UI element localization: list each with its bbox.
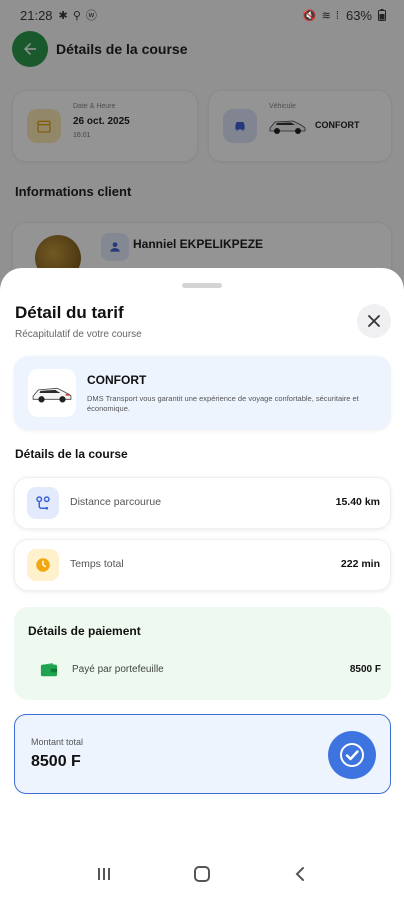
payment-amount: 8500 F	[349, 664, 381, 675]
recents-icon	[98, 868, 110, 880]
vehicle-type-name: CONFORT	[87, 373, 147, 387]
sheet-subtitle: Récapitulatif de votre course	[15, 329, 142, 340]
fare-detail-sheet: Détail du tarif Récapitulatif de votre c…	[0, 268, 404, 900]
payment-details-card: Détails de paiement Payé par portefeuill…	[14, 607, 391, 700]
total-value: 8500 F	[31, 753, 81, 770]
duration-label: Temps total	[70, 558, 124, 570]
total-amount-card: Montant total 8500 F	[14, 714, 391, 794]
recent-apps-button[interactable]	[84, 854, 124, 894]
check-circle-icon	[328, 731, 376, 779]
vehicle-description: DMS Transport vous garantit une expérien…	[87, 394, 359, 413]
distance-card: Distance parcourue 15.40 km	[14, 477, 391, 529]
payment-details-title: Détails de paiement	[28, 624, 141, 638]
back-nav-button[interactable]	[280, 854, 320, 894]
status-time: 21:28	[20, 7, 53, 23]
duration-value: 222 min	[340, 558, 380, 570]
route-icon	[27, 487, 59, 519]
total-label: Montant total	[31, 737, 84, 747]
home-icon	[194, 866, 210, 882]
close-button[interactable]	[357, 304, 391, 338]
wallet-icon	[38, 659, 60, 681]
vehicle-thumbnail	[28, 369, 76, 417]
battery-icon	[378, 9, 386, 21]
payment-method-label: Payé par portefeuille	[72, 664, 164, 675]
car-image	[32, 387, 72, 403]
notification-icons: ✱ ⚲ ⓦ	[58, 10, 98, 22]
distance-label: Distance parcourue	[70, 496, 162, 508]
chevron-left-icon	[295, 867, 304, 881]
battery-level: 63%	[345, 7, 372, 23]
distance-value: 15.40 km	[335, 496, 380, 508]
duration-card: Temps total 222 min	[14, 539, 391, 591]
course-details-title: Détails de la course	[15, 447, 128, 461]
system-icons: 🔇 ≋ ⁞	[302, 9, 340, 22]
close-icon	[368, 315, 380, 327]
system-navigation-bar	[0, 848, 404, 900]
payment-method-row: Payé par portefeuille 8500 F	[24, 651, 381, 689]
drag-handle[interactable]	[182, 283, 222, 288]
sheet-title: Détail du tarif	[15, 303, 124, 322]
home-button[interactable]	[182, 854, 222, 894]
status-bar: 21:28 ✱ ⚲ ⓦ 🔇 ≋ ⁞ 63%	[0, 0, 404, 30]
clock-icon	[27, 549, 59, 581]
vehicle-type-card: CONFORT DMS Transport vous garantit une …	[14, 356, 391, 430]
